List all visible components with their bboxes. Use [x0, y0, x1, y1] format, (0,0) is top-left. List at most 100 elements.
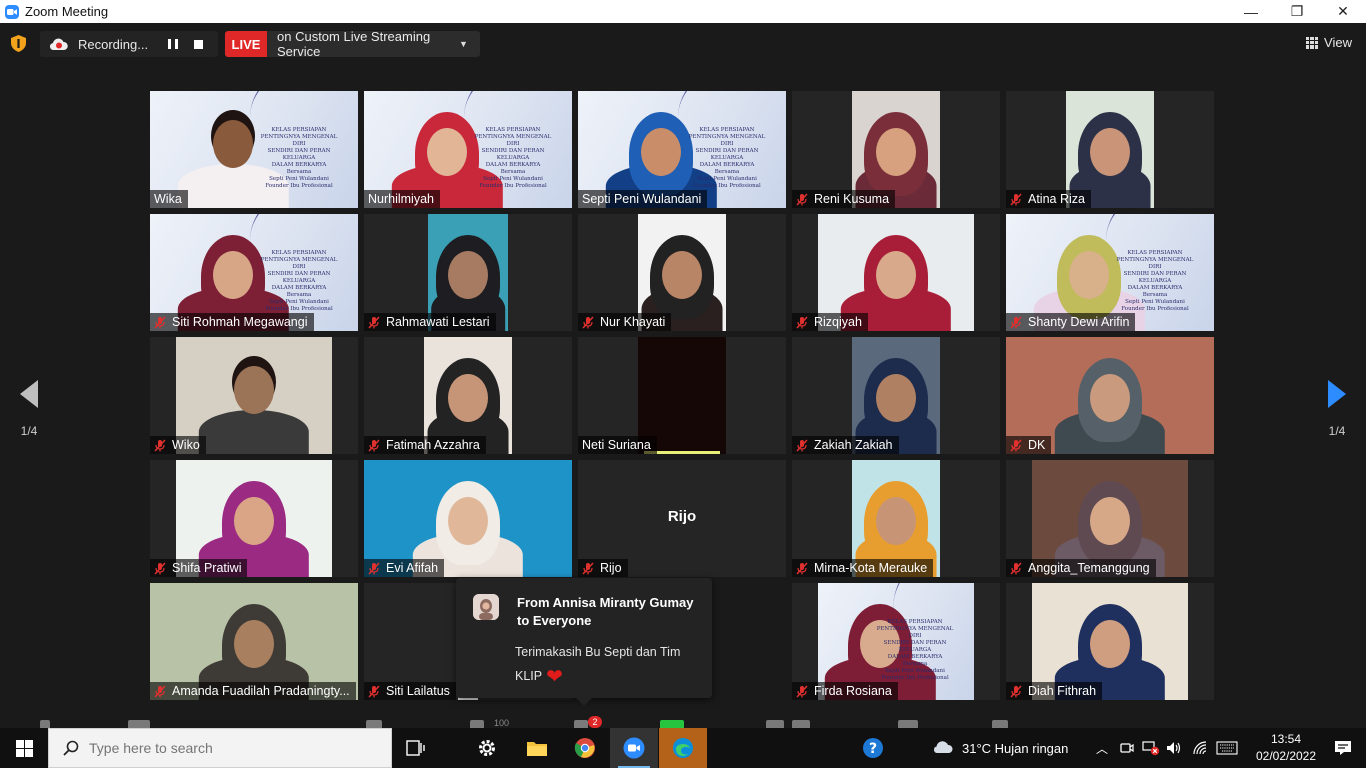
- record-button[interactable]: [792, 720, 810, 728]
- participant-tile[interactable]: Reni Kusuma: [792, 91, 1000, 208]
- banner-line: DALAM BERKARYA: [271, 285, 327, 291]
- mic-muted-icon: [1010, 438, 1022, 452]
- edge-taskbar-button[interactable]: [659, 728, 707, 768]
- participant-tile[interactable]: Rijo Rijo: [578, 460, 786, 577]
- taskbar-search[interactable]: [48, 728, 392, 768]
- weather-text: 31°C Hujan ringan: [962, 740, 1069, 756]
- weather-widget[interactable]: 31°C Hujan ringan: [932, 728, 1068, 768]
- mic-muted-icon: [368, 438, 380, 452]
- participant-tile[interactable]: Wiko: [150, 337, 358, 454]
- camera-tray-icon: [1120, 743, 1134, 753]
- participant-initials: Rijo: [667, 508, 697, 525]
- grid-view-icon: [1306, 36, 1319, 49]
- participant-tile[interactable]: Neti Suriana: [578, 337, 786, 454]
- task-view-button[interactable]: [392, 728, 440, 768]
- file-explorer-button[interactable]: [513, 728, 561, 768]
- close-button[interactable]: ✕: [1320, 0, 1366, 23]
- cloud-recording-icon: [50, 38, 68, 51]
- participant-name: Neti Suriana: [582, 438, 651, 452]
- stop-recording-button[interactable]: [194, 39, 203, 49]
- participant-tile[interactable]: Evi Afifah: [364, 460, 572, 577]
- participants-button[interactable]: [470, 720, 484, 728]
- participant-name: Septi Peni Wulandani: [582, 192, 702, 206]
- participant-tile[interactable]: Amanda Fuadilah Pradaningty...: [150, 583, 358, 700]
- wifi-tray-icon[interactable]: [1192, 728, 1208, 768]
- meet-now-tray-icon[interactable]: [1120, 728, 1134, 768]
- network-warning-tray-icon[interactable]: [1142, 728, 1160, 768]
- participant-tile[interactable]: Atina Riza: [1006, 91, 1214, 208]
- view-button[interactable]: View: [1306, 35, 1352, 50]
- participant-tile[interactable]: KELAS PERSIAPAN PENTINGNYA MENGENAL DIRI S…: [364, 91, 572, 208]
- participant-tile[interactable]: Diah Fithrah: [1006, 583, 1214, 700]
- participant-tile[interactable]: Rahmawati Lestari: [364, 214, 572, 331]
- mic-button[interactable]: [40, 720, 50, 728]
- participant-nametag: Rizqiyah: [792, 313, 868, 331]
- participant-tile[interactable]: Fatimah Azzahra: [364, 337, 572, 454]
- banner-line: Founder Ibu Profesional: [265, 183, 333, 189]
- participant-nametag: DK: [1006, 436, 1052, 454]
- network-error-icon: [1142, 741, 1160, 756]
- show-hidden-icons-button[interactable]: ︿: [1096, 728, 1108, 768]
- participant-nametag: Wiko: [150, 436, 206, 454]
- participant-tile[interactable]: KELAS PERSIAPAN PENTINGNYA MENGENAL DIRI S…: [150, 214, 358, 331]
- clock-time: 13:54: [1270, 732, 1302, 746]
- taskbar-clock[interactable]: 13:54 02/02/2022: [1254, 731, 1318, 765]
- banner-line: Bersama: [902, 661, 928, 667]
- breakout-rooms-button[interactable]: [898, 720, 918, 728]
- minimize-button[interactable]: —: [1228, 0, 1274, 23]
- video-button[interactable]: [128, 720, 150, 728]
- class-banner-text: KELAS PERSIAPAN PENTINGNYA MENGENAL DIRI S…: [686, 127, 768, 190]
- keyboard-icon: [1216, 741, 1238, 755]
- chrome-button[interactable]: [561, 728, 609, 768]
- participant-tile[interactable]: Zakiah Zakiah: [792, 337, 1000, 454]
- reactions-button[interactable]: [992, 720, 1008, 728]
- page-indicator-left: 1/4: [20, 424, 38, 438]
- participant-name: Rijo: [600, 561, 622, 575]
- participant-tile[interactable]: KELAS PERSIAPAN PENTINGNYA MENGENAL DIRI S…: [792, 583, 1000, 700]
- participant-nametag: Nurhilmiyah: [364, 190, 440, 208]
- participant-tile[interactable]: KELAS PERSIAPAN PENTINGNYA MENGENAL DIRI S…: [150, 91, 358, 208]
- mic-muted-icon: [1010, 192, 1022, 206]
- polls-button[interactable]: [766, 720, 784, 728]
- banner-line: PENTINGNYA MENGENAL DIRI: [688, 134, 766, 147]
- keyboard-tray-icon[interactable]: [1216, 728, 1238, 768]
- chat-message: Terimakasih Bu Septi dan Tim KLIP ❤: [515, 640, 695, 689]
- mic-muted-icon: [1010, 315, 1022, 329]
- help-tray-icon[interactable]: ?: [862, 728, 884, 768]
- chat-button[interactable]: [574, 720, 588, 728]
- arrow-left-icon: [20, 380, 38, 408]
- participant-name: DK: [1028, 438, 1046, 452]
- zoom-taskbar-button[interactable]: [610, 728, 658, 768]
- participant-tile[interactable]: Anggita_Temanggung: [1006, 460, 1214, 577]
- search-input[interactable]: [89, 740, 369, 756]
- notification-center-button[interactable]: [1320, 728, 1366, 768]
- participant-nametag: Diah Fithrah: [1006, 682, 1103, 700]
- settings-taskbar-button[interactable]: [463, 728, 511, 768]
- participant-name: Diah Fithrah: [1028, 684, 1097, 698]
- participant-tile[interactable]: Nur Khayati: [578, 214, 786, 331]
- maximize-button[interactable]: ❐: [1274, 0, 1320, 23]
- previous-page-button[interactable]: 1/4: [14, 380, 44, 438]
- banner-line: DALAM BERKARYA: [1127, 285, 1183, 291]
- mic-muted-icon: [154, 684, 166, 698]
- chat-notification-popup[interactable]: From Annisa Miranty Gumay to Everyone Te…: [456, 578, 712, 706]
- banner-line: Bersama: [286, 169, 312, 175]
- participant-tile[interactable]: KELAS PERSIAPAN PENTINGNYA MENGENAL DIRI S…: [1006, 214, 1214, 331]
- participant-figure: [194, 344, 314, 454]
- start-button[interactable]: [0, 728, 48, 768]
- live-stream-dropdown[interactable]: LIVE on Custom Live Streaming Service ▼: [225, 31, 480, 57]
- share-screen-button[interactable]: [660, 720, 684, 728]
- next-page-button[interactable]: 1/4: [1322, 380, 1352, 438]
- security-shield-icon[interactable]: [11, 35, 26, 52]
- participant-tile[interactable]: Shifa Pratiwi: [150, 460, 358, 577]
- participant-nametag: Firda Rosiana: [792, 682, 898, 700]
- participant-tile[interactable]: Mirna-Kota Merauke: [792, 460, 1000, 577]
- class-banner-text: KELAS PERSIAPAN PENTINGNYA MENGENAL DIRI S…: [874, 619, 956, 682]
- participant-tile[interactable]: KELAS PERSIAPAN PENTINGNYA MENGENAL DIRI S…: [578, 91, 786, 208]
- volume-tray-icon[interactable]: [1166, 728, 1182, 768]
- participant-tile[interactable]: Rizqiyah: [792, 214, 1000, 331]
- security-button[interactable]: [366, 720, 382, 728]
- participant-tile[interactable]: DK: [1006, 337, 1214, 454]
- participant-nametag: Wika: [150, 190, 188, 208]
- pause-recording-button[interactable]: [168, 39, 178, 49]
